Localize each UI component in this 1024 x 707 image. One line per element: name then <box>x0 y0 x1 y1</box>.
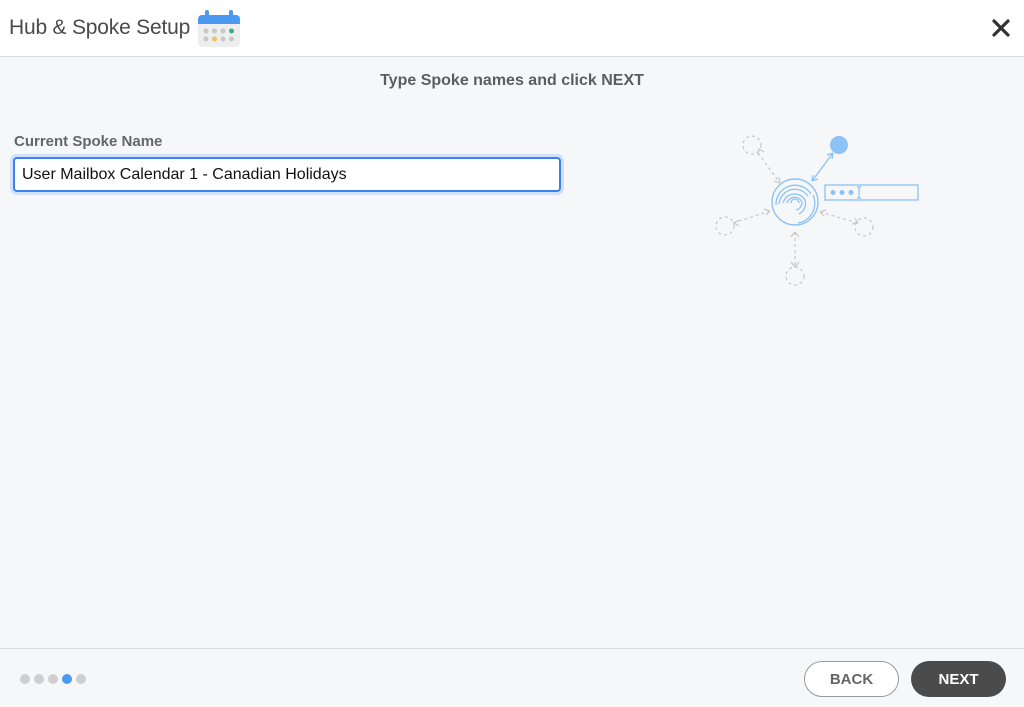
step-dot-1 <box>20 674 30 684</box>
back-button[interactable]: BACK <box>804 661 899 697</box>
next-button[interactable]: NEXT <box>911 661 1006 697</box>
dialog-footer: BACK NEXT <box>0 648 1024 707</box>
step-progress-indicator <box>20 674 86 684</box>
step-dot-2 <box>34 674 44 684</box>
instruction-text: Type Spoke names and click NEXT <box>380 72 644 89</box>
step-dot-3 <box>48 674 58 684</box>
spoke-name-input[interactable] <box>13 157 561 192</box>
dialog-title: Hub & Spoke Setup <box>9 16 191 39</box>
step-dot-4-active <box>62 674 72 684</box>
close-icon[interactable] <box>985 12 1017 44</box>
spoke-name-label: Current Spoke Name <box>14 133 163 150</box>
dialog-header: Hub & Spoke Setup <box>0 0 1024 57</box>
step-dot-5 <box>76 674 86 684</box>
calendar-icon <box>198 10 240 47</box>
hub-spoke-illustration <box>715 135 919 286</box>
